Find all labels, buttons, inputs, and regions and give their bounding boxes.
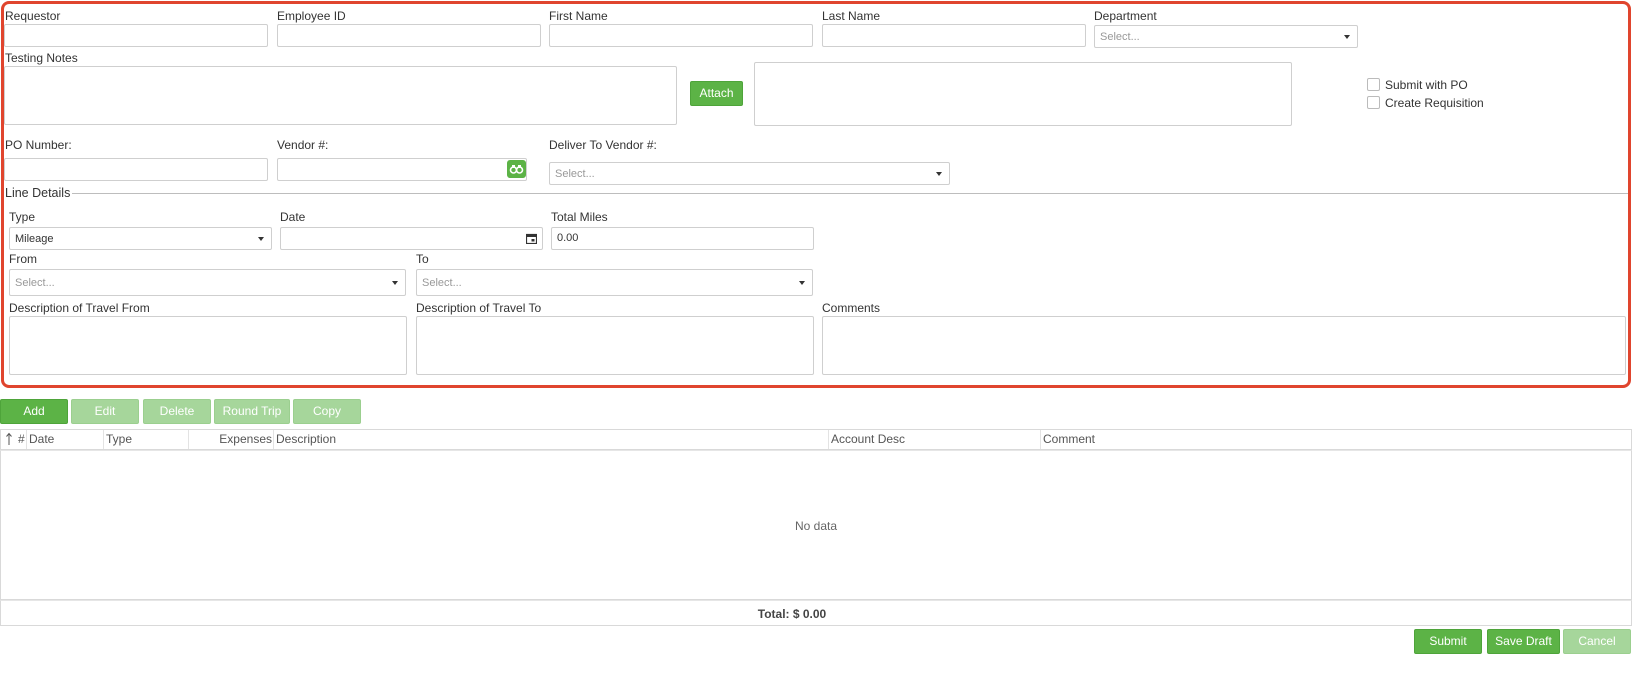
deliver-to-vendor-select[interactable]: Select... (549, 162, 950, 185)
create-requisition-label: Create Requisition (1385, 96, 1484, 110)
from-placeholder: Select... (15, 277, 55, 289)
testing-notes-label: Testing Notes (5, 51, 78, 65)
desc-from-textarea[interactable] (9, 316, 407, 375)
empty-message: No data (794, 519, 838, 533)
attach-button[interactable]: Attach (690, 81, 743, 106)
comments-textarea[interactable] (822, 316, 1626, 375)
desc-from-label: Description of Travel From (9, 301, 150, 315)
chevron-down-icon (258, 237, 264, 241)
column-header-account-desc[interactable]: Account Desc (829, 430, 1041, 449)
chevron-down-icon (392, 281, 398, 285)
copy-button[interactable]: Copy (293, 399, 361, 424)
date-label: Date (280, 210, 306, 224)
submit-with-po-label: Submit with PO (1385, 78, 1468, 92)
delete-button[interactable]: Delete (143, 399, 211, 424)
first-name-field[interactable] (549, 24, 813, 47)
create-requisition-checkbox[interactable] (1367, 96, 1380, 109)
add-button[interactable]: Add (0, 399, 68, 424)
po-number-field[interactable] (4, 158, 268, 181)
last-name-label: Last Name (822, 9, 881, 23)
column-header-comment[interactable]: Comment (1041, 430, 1631, 449)
deliver-to-vendor-label: Deliver To Vendor #: (549, 138, 657, 152)
grid-footer: Total: $ 0.00 (0, 600, 1632, 626)
total-miles-label: Total Miles (551, 210, 608, 224)
total-amount: Total: $ 0.00 (757, 607, 827, 621)
to-select[interactable]: Select... (416, 269, 813, 296)
chevron-down-icon (1344, 35, 1350, 39)
department-placeholder: Select... (1100, 31, 1140, 43)
line-details-divider (72, 193, 1628, 194)
vendor-label: Vendor #: (277, 138, 329, 152)
deliver-to-vendor-placeholder: Select... (555, 168, 595, 180)
round-trip-button[interactable]: Round Trip (214, 399, 290, 424)
employee-id-label: Employee ID (277, 9, 346, 23)
from-select[interactable]: Select... (9, 269, 406, 296)
calendar-icon[interactable] (525, 233, 538, 247)
desc-to-textarea[interactable] (416, 316, 814, 375)
department-select[interactable]: Select... (1094, 25, 1358, 48)
edit-button[interactable]: Edit (71, 399, 139, 424)
binoculars-icon[interactable] (507, 160, 526, 178)
column-header-expenses[interactable]: Expenses (189, 430, 274, 449)
attachments-box (754, 62, 1292, 126)
column-header-type[interactable]: Type (104, 430, 189, 449)
column-header-number[interactable]: # (18, 432, 25, 446)
testing-notes-textarea[interactable] (4, 66, 677, 125)
submit-button[interactable]: Submit (1414, 629, 1482, 654)
grid-header: # Date Type Expenses Description Account… (0, 429, 1632, 450)
chevron-down-icon (936, 172, 942, 176)
to-placeholder: Select... (422, 277, 462, 289)
to-label: To (416, 252, 429, 266)
from-label: From (9, 252, 37, 266)
date-field[interactable] (280, 227, 543, 250)
total-miles-field[interactable]: 0.00 (551, 227, 814, 250)
requestor-field[interactable] (4, 24, 268, 47)
save-draft-button[interactable]: Save Draft (1487, 629, 1560, 654)
column-header-date[interactable]: Date (27, 430, 104, 449)
type-select[interactable]: Mileage (9, 227, 272, 250)
vendor-field[interactable] (277, 158, 527, 181)
sort-icon[interactable]: # (1, 430, 27, 449)
chevron-down-icon (799, 281, 805, 285)
department-label: Department (1094, 9, 1157, 23)
requestor-label: Requestor (5, 9, 61, 23)
po-number-label: PO Number: (5, 138, 72, 152)
grid-body: No data (0, 450, 1632, 600)
desc-to-label: Description of Travel To (416, 301, 542, 315)
line-details-legend: Line Details (5, 186, 71, 200)
first-name-label: First Name (549, 9, 608, 23)
submit-with-po-checkbox[interactable] (1367, 78, 1380, 91)
type-value: Mileage (15, 233, 54, 245)
employee-id-field[interactable] (277, 24, 541, 47)
cancel-button[interactable]: Cancel (1563, 629, 1631, 654)
last-name-field[interactable] (822, 24, 1086, 47)
comments-label: Comments (822, 301, 881, 315)
column-header-description[interactable]: Description (274, 430, 829, 449)
type-label: Type (9, 210, 36, 224)
